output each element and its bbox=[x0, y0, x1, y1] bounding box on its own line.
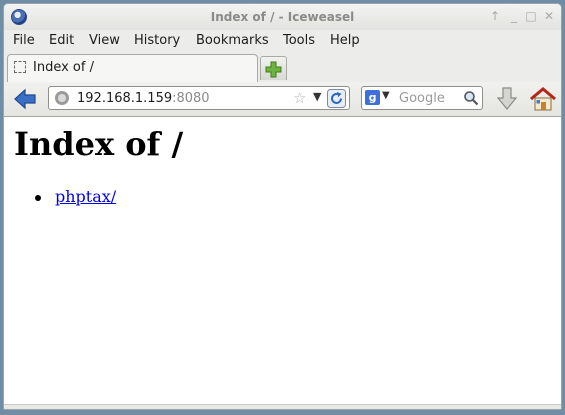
menu-help[interactable]: Help bbox=[330, 33, 360, 48]
menu-bar: File Edit View History Bookmarks Tools H… bbox=[4, 30, 561, 52]
menu-bookmarks[interactable]: Bookmarks bbox=[196, 33, 269, 48]
search-bar[interactable]: g ▼ Google bbox=[361, 86, 483, 110]
new-tab-button[interactable] bbox=[260, 56, 287, 80]
bullet-icon bbox=[35, 195, 41, 201]
browser-window: Index of / - Iceweasel ↑ _ □ ✕ File Edit… bbox=[3, 3, 562, 410]
page-content: Index of / phptax/ bbox=[4, 117, 561, 409]
download-arrow-icon bbox=[496, 87, 518, 110]
status-bar bbox=[4, 404, 561, 409]
minimize-icon[interactable]: _ bbox=[507, 9, 521, 23]
pin-icon[interactable]: ↑ bbox=[488, 9, 502, 23]
tab-strip: Index of / bbox=[4, 52, 561, 83]
tab-index[interactable]: Index of / bbox=[7, 54, 258, 82]
window-title: Index of / - Iceweasel bbox=[210, 10, 355, 24]
menu-file[interactable]: File bbox=[13, 33, 35, 48]
menu-tools[interactable]: Tools bbox=[283, 33, 315, 48]
back-button[interactable] bbox=[12, 87, 38, 111]
maximize-icon[interactable]: □ bbox=[524, 9, 538, 23]
downloads-button[interactable] bbox=[495, 86, 519, 112]
home-button[interactable] bbox=[529, 86, 557, 112]
page-title: Index of / bbox=[14, 125, 184, 163]
url-text[interactable]: 192.168.1.159:8080 bbox=[77, 91, 210, 106]
page-icon bbox=[14, 61, 26, 73]
menu-edit[interactable]: Edit bbox=[49, 33, 74, 48]
bookmark-star-icon[interactable]: ☆ bbox=[293, 89, 306, 107]
title-bar[interactable]: Index of / - Iceweasel ↑ _ □ ✕ bbox=[4, 4, 561, 30]
phptax-link[interactable]: phptax/ bbox=[55, 187, 116, 206]
reload-icon bbox=[327, 89, 346, 108]
reload-button[interactable] bbox=[327, 89, 346, 108]
tab-label: Index of / bbox=[33, 60, 94, 75]
plus-icon bbox=[265, 61, 282, 78]
menu-history[interactable]: History bbox=[134, 33, 180, 48]
search-icon[interactable] bbox=[463, 90, 479, 106]
directory-listing: phptax/ bbox=[35, 187, 116, 206]
globe-icon bbox=[55, 91, 69, 105]
back-arrow-icon bbox=[14, 88, 36, 110]
search-input[interactable]: Google bbox=[399, 91, 445, 106]
url-bar[interactable]: 192.168.1.159:8080 ☆ ▼ bbox=[48, 86, 350, 110]
list-item: phptax/ bbox=[35, 187, 116, 206]
url-port: :8080 bbox=[172, 91, 210, 106]
url-dropdown-icon[interactable]: ▼ bbox=[313, 90, 321, 103]
url-host: 192.168.1.159 bbox=[77, 91, 173, 106]
home-icon bbox=[530, 87, 556, 111]
menu-view[interactable]: View bbox=[89, 33, 120, 48]
navigation-toolbar: 192.168.1.159:8080 ☆ ▼ g ▼ Google bbox=[4, 82, 561, 117]
google-engine-icon[interactable]: g bbox=[365, 90, 380, 105]
close-icon[interactable]: ✕ bbox=[542, 9, 556, 23]
engine-dropdown-icon[interactable]: ▼ bbox=[382, 90, 390, 101]
